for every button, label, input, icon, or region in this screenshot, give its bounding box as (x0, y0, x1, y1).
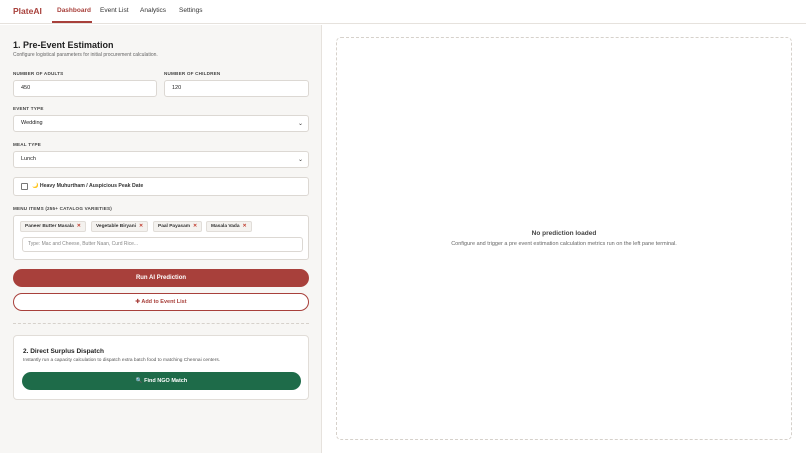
chevron-down-icon: ⌄ (297, 121, 303, 127)
remove-icon[interactable]: ✕ (139, 224, 143, 229)
section-divider (13, 323, 309, 324)
muhurtham-label: 🌙 Heavy Muhurtham / Auspicious Peak Date (32, 183, 144, 189)
event-type-label: EVENT TYPE (13, 106, 44, 111)
top-nav: PlateAI Dashboard Event List Analytics S… (0, 0, 806, 24)
chevron-down-icon: ⌄ (297, 157, 303, 163)
remove-icon[interactable]: ✕ (243, 224, 247, 229)
children-label: NUMBER OF CHILDREN (164, 71, 221, 76)
meal-type-value: Lunch (21, 156, 36, 162)
estimation-subtitle: Configure logistical parameters for init… (13, 52, 158, 58)
add-to-event-list-button[interactable]: ✚ Add to Event List (13, 293, 309, 311)
tab-dashboard[interactable]: Dashboard (57, 7, 91, 14)
adults-label: NUMBER OF ADULTS (13, 71, 64, 76)
event-type-value: Wedding (21, 120, 43, 126)
remove-icon[interactable]: ✕ (193, 224, 197, 229)
empty-state-subtitle: Configure and trigger a pre event estima… (451, 241, 677, 247)
menu-chip: Paal Payasam ✕ (153, 221, 203, 232)
brand-logo[interactable]: PlateAI (13, 6, 42, 16)
empty-state-title: No prediction loaded (531, 230, 597, 237)
tab-event-list[interactable]: Event List (100, 7, 129, 14)
plus-icon: ✚ (135, 299, 141, 305)
menu-items-box: Paneer Butter Masala ✕ Vegetable Biryani ✕… (13, 215, 309, 260)
menu-chip: Paneer Butter Masala ✕ (20, 221, 86, 232)
find-ngo-match-button[interactable]: 🔍 Find NGO Match (22, 372, 301, 390)
menu-search-input[interactable]: Type: Mac and Cheese, Butter Naan, Curd … (22, 237, 303, 252)
menu-chip: Masala Vada ✕ (206, 221, 252, 232)
meal-type-label: MEAL TYPE (13, 142, 42, 147)
dispatch-card: 2. Direct Surplus Dispatch Instantly run… (13, 335, 309, 400)
adults-input[interactable]: 450 (13, 80, 157, 97)
tab-analytics[interactable]: Analytics (140, 7, 166, 14)
muhurtham-checkbox[interactable] (21, 183, 28, 190)
children-input[interactable]: 120 (164, 80, 309, 97)
dispatch-title: 2. Direct Surplus Dispatch (23, 348, 104, 355)
dispatch-subtitle: Instantly run a capacity calculation to … (23, 358, 221, 363)
remove-icon[interactable]: ✕ (77, 224, 81, 229)
run-prediction-button[interactable]: Run AI Prediction (13, 269, 309, 287)
meal-type-select[interactable]: Lunch ⌄ (13, 151, 309, 168)
muhurtham-option[interactable]: 🌙 Heavy Muhurtham / Auspicious Peak Date (13, 177, 309, 196)
menu-chip: Vegetable Biryani ✕ (91, 221, 149, 232)
prediction-result-panel: No prediction loaded Configure and trigg… (336, 37, 792, 440)
search-icon: 🔍 (135, 378, 143, 384)
estimation-title: 1. Pre-Event Estimation (13, 40, 114, 50)
menu-items-label: MENU ITEMS (255+ CATALOG VARIETIES) (13, 206, 113, 211)
event-type-select[interactable]: Wedding ⌄ (13, 115, 309, 132)
active-tab-indicator (52, 21, 92, 23)
find-ngo-match-label: Find NGO Match (144, 378, 188, 384)
add-to-event-list-label: Add to Event List (141, 299, 187, 305)
tab-settings[interactable]: Settings (179, 7, 203, 14)
estimation-panel: 1. Pre-Event Estimation Configure logist… (0, 25, 322, 453)
